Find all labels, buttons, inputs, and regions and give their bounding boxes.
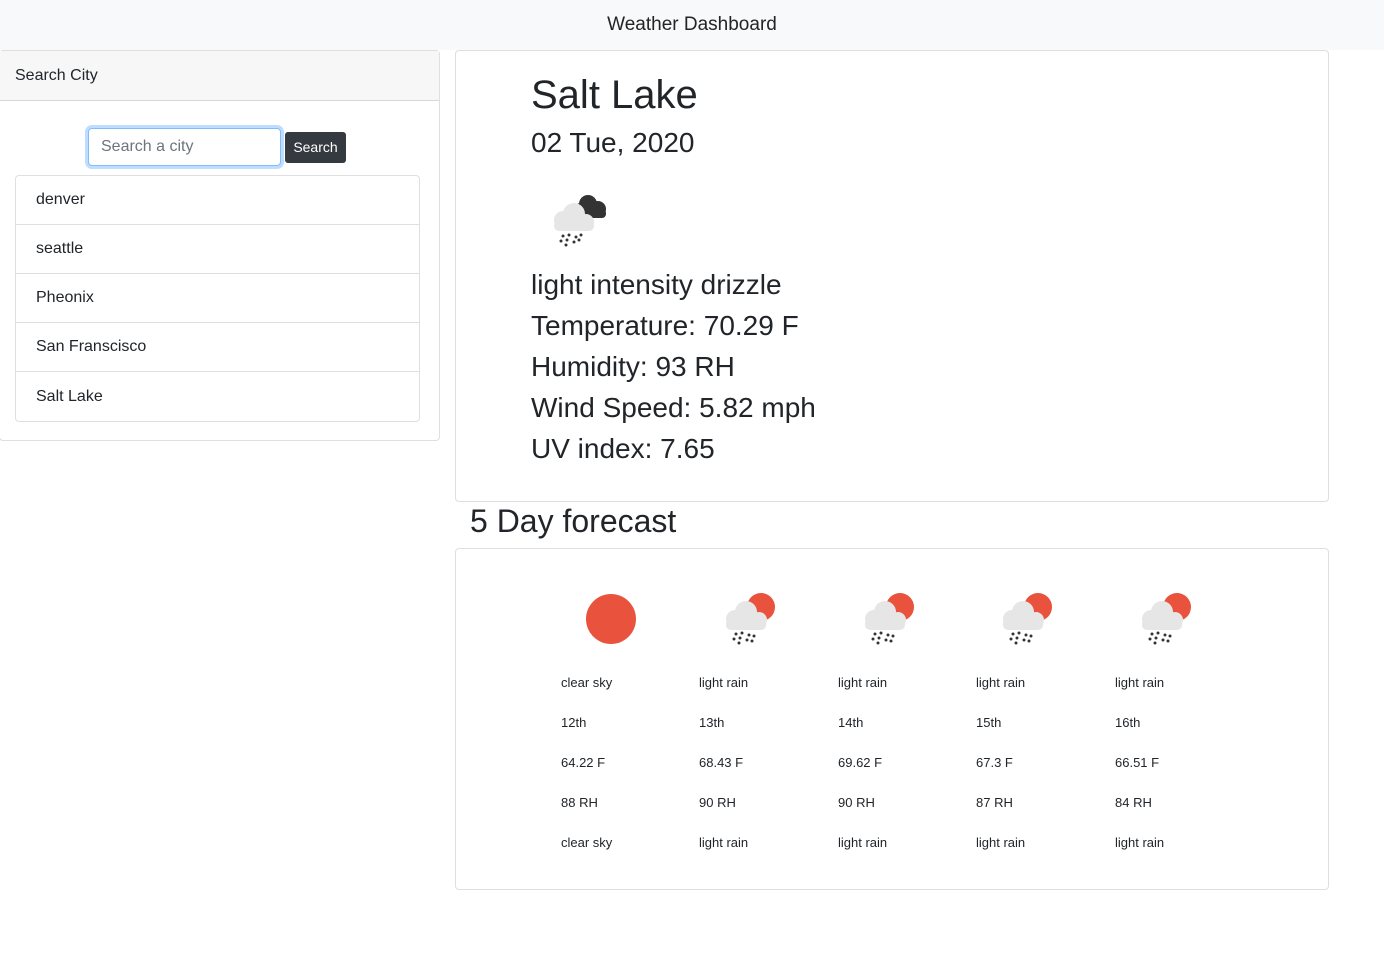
- forecast-date: 16th: [1115, 715, 1141, 730]
- city-list-item[interactable]: Salt Lake: [16, 372, 419, 421]
- forecast-humidity: 87 RH: [976, 795, 1013, 810]
- search-form: Search: [88, 128, 346, 166]
- sun-rain-icon: [865, 593, 914, 645]
- sun-icon: [586, 594, 636, 644]
- sun-rain-icon: [1142, 593, 1191, 645]
- forecast-date: 12th: [561, 715, 587, 730]
- city-list-item[interactable]: seattle: [16, 225, 419, 274]
- search-panel: Search City Search denver seattle Pheoni…: [0, 50, 440, 441]
- forecast-title: 5 Day forecast: [470, 503, 677, 539]
- current-uv-index: UV index: 7.65: [531, 433, 715, 464]
- forecast-humidity: 84 RH: [1115, 795, 1152, 810]
- forecast-temp: 66.51 F: [1115, 755, 1160, 770]
- forecast-description: light rain: [699, 675, 749, 690]
- forecast-humidity: 90 RH: [699, 795, 736, 810]
- forecast-description: light rain: [976, 675, 1026, 690]
- rain-cloud-icon: [554, 195, 606, 247]
- forecast-description-2: light rain: [976, 835, 1026, 850]
- navbar: Weather Dashboard: [0, 0, 1384, 50]
- forecast-description-2: light rain: [699, 835, 749, 850]
- current-wind-speed: Wind Speed: 5.82 mph: [531, 392, 816, 423]
- forecast-description-2: light rain: [1115, 835, 1165, 850]
- forecast-temp: 64.22 F: [561, 755, 606, 770]
- forecast-humidity: 90 RH: [838, 795, 875, 810]
- current-description: light intensity drizzle: [531, 269, 782, 300]
- forecast-description: clear sky: [561, 675, 613, 690]
- current-city-name: Salt Lake: [531, 73, 698, 117]
- forecast-description-2: light rain: [838, 835, 888, 850]
- current-temperature: Temperature: 70.29 F: [531, 310, 799, 341]
- current-date: 02 Tue, 2020: [531, 127, 695, 158]
- current-weather-card: Salt Lake 02 Tue, 2020 light intensity d…: [455, 50, 1329, 502]
- forecast-description: light rain: [838, 675, 888, 690]
- current-humidity: Humidity: 93 RH: [531, 351, 735, 382]
- forecast-description-2: clear sky: [561, 835, 613, 850]
- forecast-date: 13th: [699, 715, 725, 730]
- city-search-input[interactable]: [88, 128, 281, 166]
- forecast-description: light rain: [1115, 675, 1165, 690]
- search-button[interactable]: Search: [285, 131, 346, 163]
- forecast-humidity: 88 RH: [561, 795, 598, 810]
- forecast-date: 15th: [976, 715, 1002, 730]
- app-title: Weather Dashboard: [607, 14, 777, 35]
- sun-rain-icon: [1003, 593, 1052, 645]
- search-panel-header: Search City: [0, 51, 439, 101]
- sun-rain-icon: [726, 593, 775, 645]
- city-list-item[interactable]: denver: [16, 176, 419, 225]
- forecast-date: 14th: [838, 715, 864, 730]
- city-history-list: denver seattle Pheonix San Franscisco Sa…: [15, 175, 420, 422]
- forecast-card: clear sky 12th 64.22 F 88 RH clear sky l…: [455, 548, 1329, 890]
- city-list-item[interactable]: San Franscisco: [16, 323, 419, 372]
- city-list-item[interactable]: Pheonix: [16, 274, 419, 323]
- forecast-temp: 67.3 F: [976, 755, 1013, 770]
- forecast-temp: 69.62 F: [838, 755, 883, 770]
- forecast-temp: 68.43 F: [699, 755, 744, 770]
